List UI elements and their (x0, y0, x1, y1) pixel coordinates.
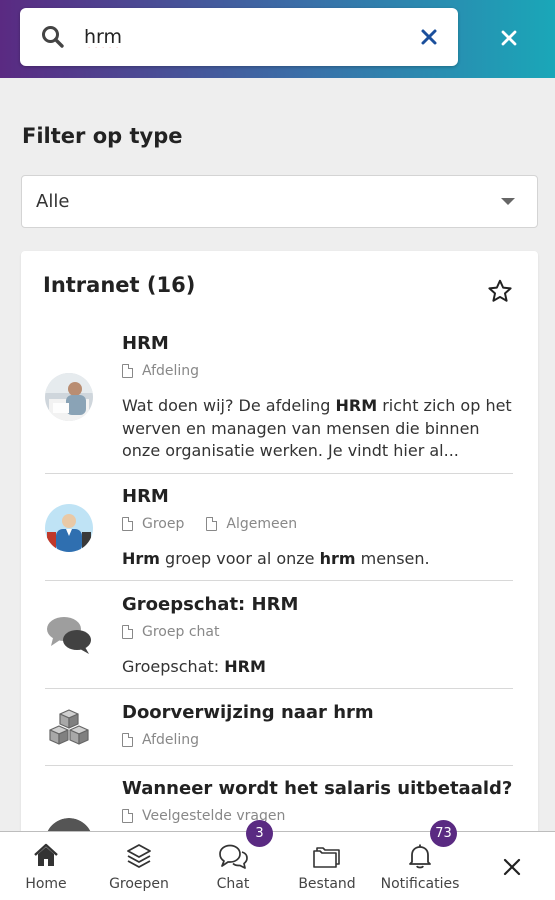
nav-chat-label: Chat (216, 876, 250, 892)
desc-text: Wat doen wij? De afdeling (122, 396, 336, 415)
result-meta: Groep Algemeen (122, 516, 297, 532)
filter-select-value: Alle (36, 191, 70, 212)
result-title: Doorverwijzing naar hrm (122, 702, 374, 723)
result-category: Algemeen (226, 516, 298, 532)
result-item[interactable]: HRM Groep Algemeen Hrm groep voor al onz… (45, 484, 513, 579)
document-icon (206, 517, 218, 531)
type-filter-select[interactable]: Alle (21, 175, 538, 228)
nav-home-label: Home (25, 876, 67, 892)
search-box[interactable] (20, 8, 458, 66)
result-meta: Afdeling (122, 732, 199, 748)
result-avatar (45, 373, 93, 421)
chevron-down-icon (501, 198, 515, 205)
nav-files-label: Bestand (298, 876, 356, 892)
result-description: Groepschat: HRM (122, 656, 517, 679)
result-description: Hrm groep voor al onze hrm mensen. (122, 548, 517, 571)
close-icon[interactable] (500, 855, 524, 879)
search-input[interactable] (84, 22, 404, 52)
result-avatar (45, 504, 93, 552)
home-icon (34, 843, 58, 866)
close-icon[interactable] (497, 26, 521, 50)
nav-groups[interactable]: Groepen (104, 832, 174, 900)
desc-text: Groepschat: (122, 657, 225, 676)
result-type: Afdeling (142, 363, 200, 379)
desc-highlight: HRM (335, 396, 378, 415)
result-item[interactable]: Doorverwijzing naar hrm Afdeling (45, 700, 513, 765)
filter-title: Filter op type (22, 124, 183, 148)
layers-icon (127, 844, 151, 868)
search-icon (42, 26, 64, 48)
document-icon (122, 625, 133, 639)
nav-notifications[interactable]: Notificaties 73 (378, 820, 462, 900)
nav-notifications-label: Notificaties (380, 876, 460, 892)
result-item[interactable]: Groepschat: HRM Groep chat Groepschat: H… (45, 592, 513, 687)
divider (45, 688, 513, 689)
desc-text: groep voor al onze (159, 549, 320, 568)
results-card: Intranet (16) HRM Afdeling Wat doen wij?… (21, 251, 538, 851)
result-title: Groepschat: HRM (122, 594, 299, 615)
document-icon (122, 809, 133, 823)
document-icon (122, 517, 133, 531)
divider (45, 473, 513, 474)
desc-highlight: HRM (224, 657, 266, 676)
nav-home[interactable]: Home (20, 832, 72, 900)
star-icon[interactable] (487, 278, 513, 304)
result-title: HRM (122, 486, 169, 507)
result-description: Wat doen wij? De afdeling HRM richt zich… (122, 395, 517, 463)
divider (45, 580, 513, 581)
result-title: Wanneer wordt het salaris uitbetaald? (122, 778, 513, 799)
folder-icon (313, 847, 340, 868)
result-meta: Afdeling (122, 363, 199, 379)
divider (45, 765, 513, 766)
notifications-badge: 73 (430, 820, 457, 847)
nav-groups-label: Groepen (109, 876, 169, 892)
document-icon (122, 364, 133, 378)
chat-badge: 3 (246, 820, 273, 847)
chat-icon (219, 844, 248, 869)
result-type: Groep (142, 516, 185, 532)
nav-files[interactable]: Bestand (296, 832, 358, 900)
department-icon (45, 706, 93, 754)
bell-icon (409, 844, 431, 869)
desc-text: mensen. (355, 549, 430, 568)
result-type: Groep chat (142, 624, 220, 640)
bottom-nav: Home Groepen Chat 3 Bestand Notificaties… (0, 820, 555, 900)
result-title: HRM (122, 333, 169, 354)
desc-highlight: Hrm (122, 549, 160, 568)
document-icon (122, 733, 133, 747)
result-item[interactable]: HRM Afdeling Wat doen wij? De afdeling H… (45, 331, 513, 471)
nav-chat[interactable]: Chat 3 (206, 820, 273, 900)
chat-group-icon (45, 612, 93, 660)
top-bar (0, 0, 555, 78)
desc-highlight: hrm (319, 549, 356, 568)
section-title: Intranet (16) (43, 273, 196, 297)
result-type: Afdeling (142, 732, 200, 748)
clear-icon[interactable] (418, 26, 440, 48)
result-meta: Groep chat (122, 624, 219, 640)
